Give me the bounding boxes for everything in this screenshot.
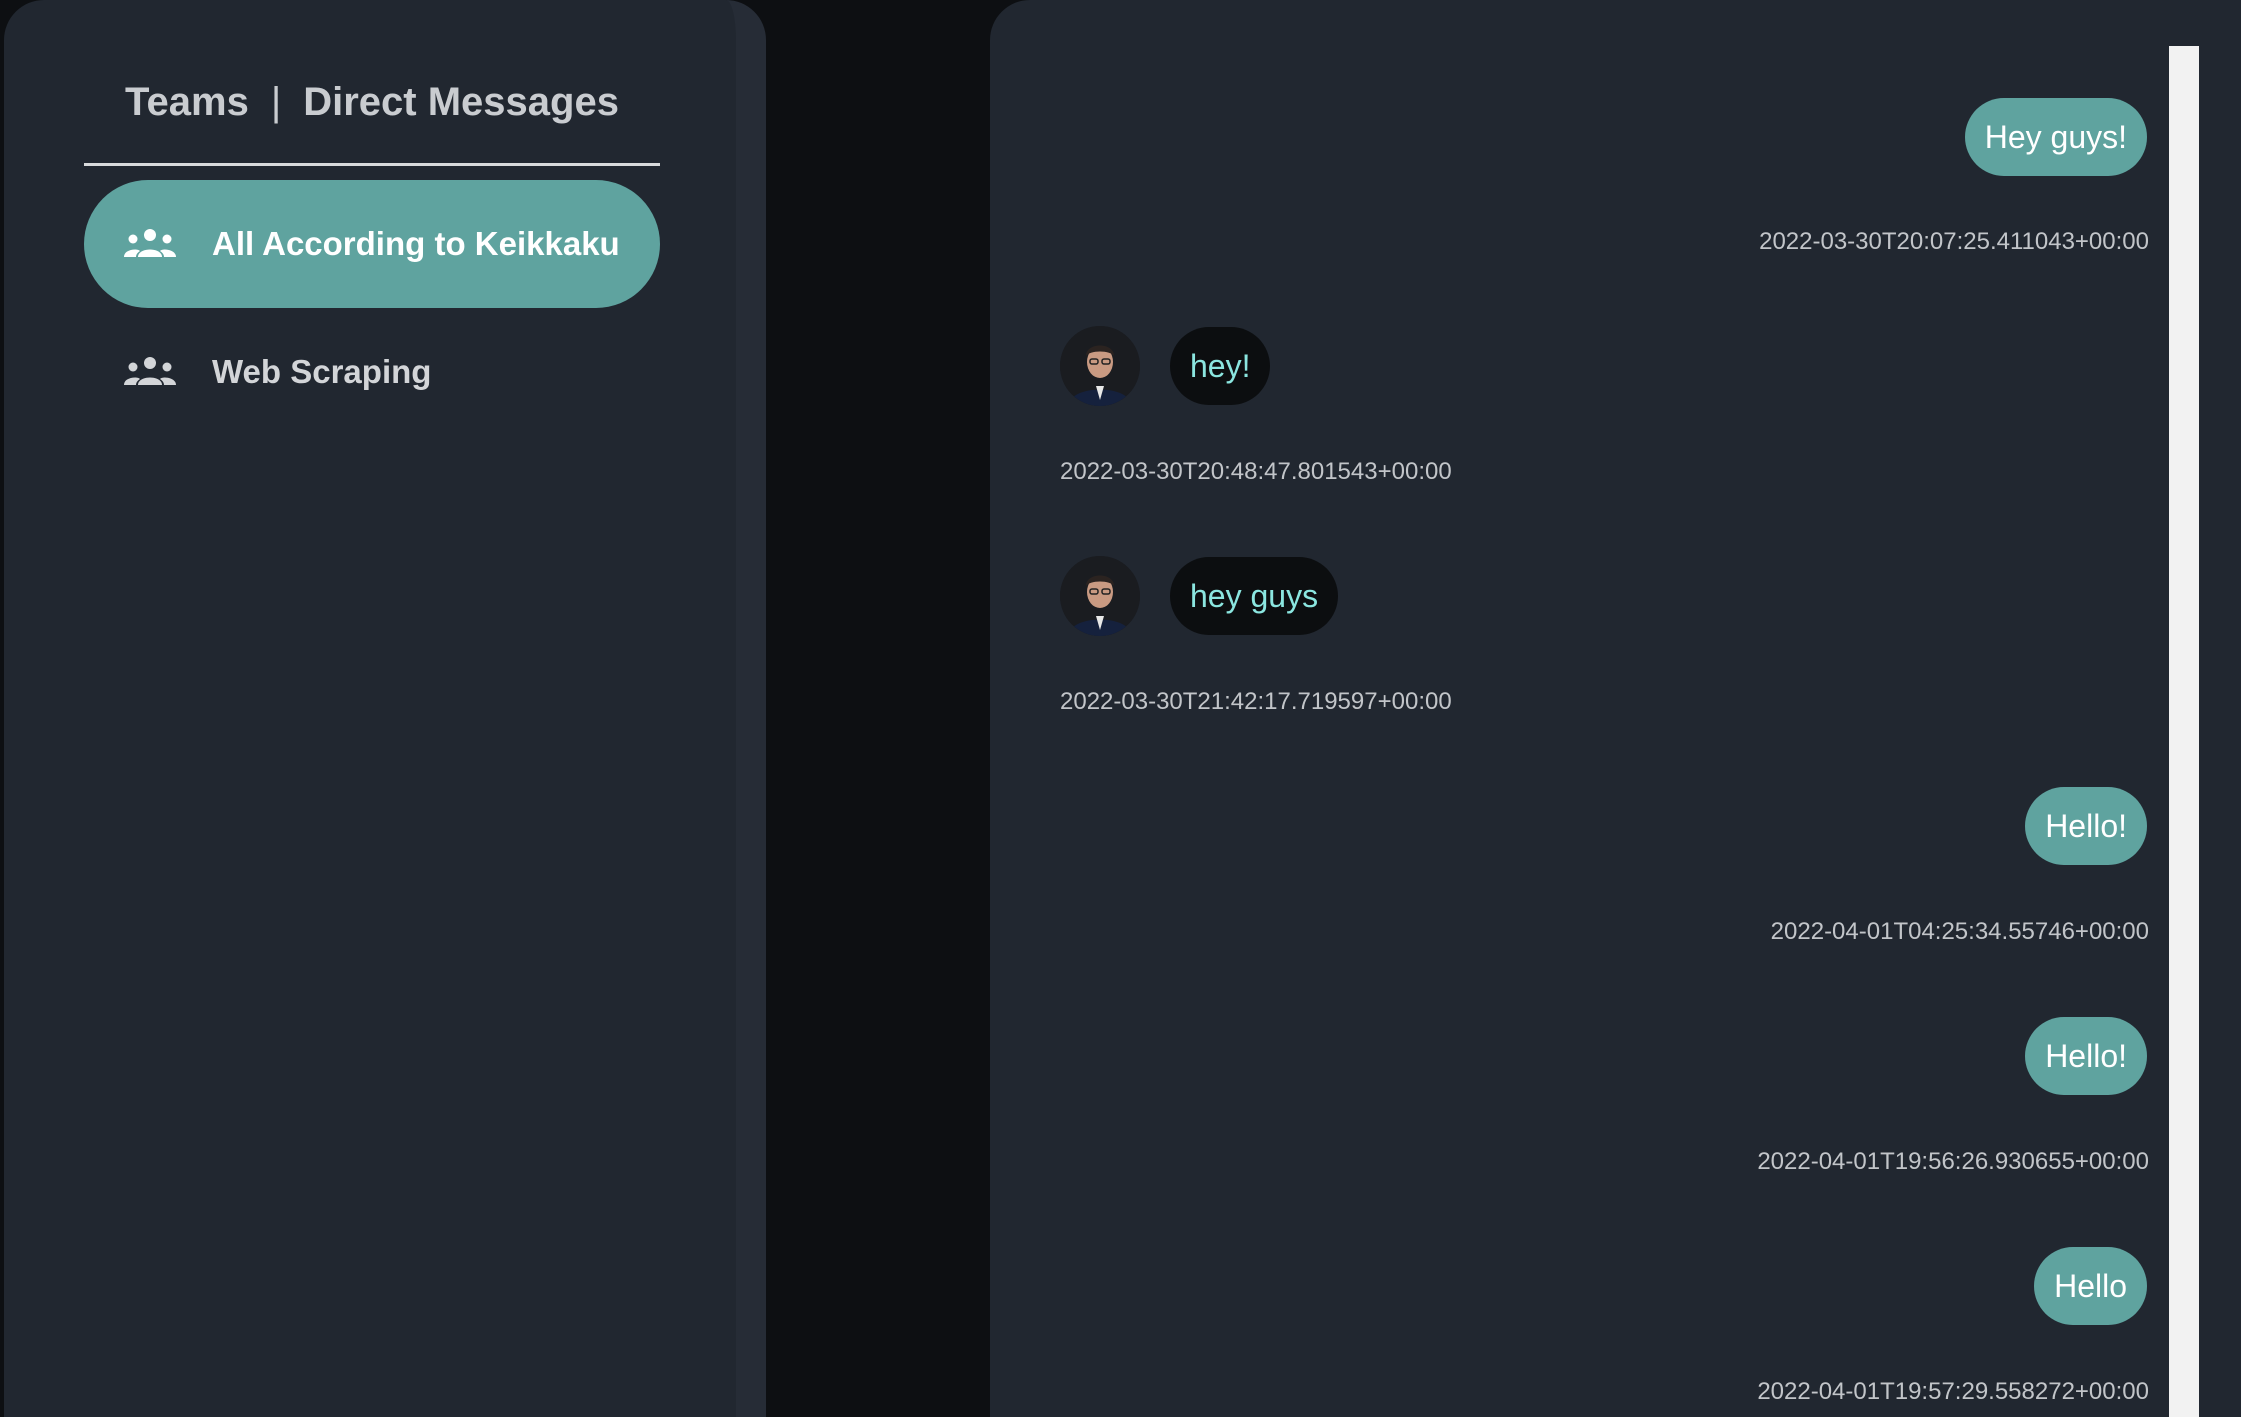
tab-direct-messages[interactable]: Direct Messages [303,80,619,125]
message-bubble: Hello! [2025,1017,2147,1095]
sidebar: Teams | Direct Messages All According to… [4,0,766,1417]
user-avatar[interactable] [1060,326,1140,406]
app-root: Teams | Direct Messages All According to… [0,0,2241,1417]
team-item-web-scraping[interactable]: Web Scraping [84,308,660,436]
message-timestamp: 2022-03-30T20:48:47.801543+00:00 [1060,458,1452,485]
message-timestamp: 2022-04-01T19:57:29.558272+00:00 [1757,1378,2149,1405]
group-icon [124,227,176,261]
group-icon [124,355,176,389]
message-timestamp: 2022-04-01T19:56:26.930655+00:00 [1757,1148,2149,1175]
tab-teams[interactable]: Teams [125,80,249,125]
tab-separator: | [270,80,282,124]
message-bubble: Hello! [2025,787,2147,865]
message-timestamp: 2022-04-01T04:25:34.55746+00:00 [1770,918,2149,945]
team-item-label: All According to Keikkaku [212,225,620,262]
message-timestamp: 2022-03-30T20:07:25.411043+00:00 [1759,228,2149,255]
team-item-all-according-to-keikkaku[interactable]: All According to Keikkaku [84,180,660,308]
message-bubble: hey! [1170,327,1271,405]
message-timestamp: 2022-03-30T21:42:17.719597+00:00 [1060,688,1452,715]
chat-scrollbar[interactable] [2169,46,2199,1417]
user-avatar[interactable] [1060,556,1140,636]
sidebar-tabs: Teams | Direct Messages [84,80,660,166]
message-bubble: hey guys [1170,557,1339,635]
message-bubble: Hey guys! [1964,98,2147,176]
team-item-label: Web Scraping [212,353,432,390]
chat-panel: Hey guys! 2022-03-30T20:07:25.411043+00:… [990,0,2241,1417]
message-bubble: Hello [2034,1247,2147,1325]
